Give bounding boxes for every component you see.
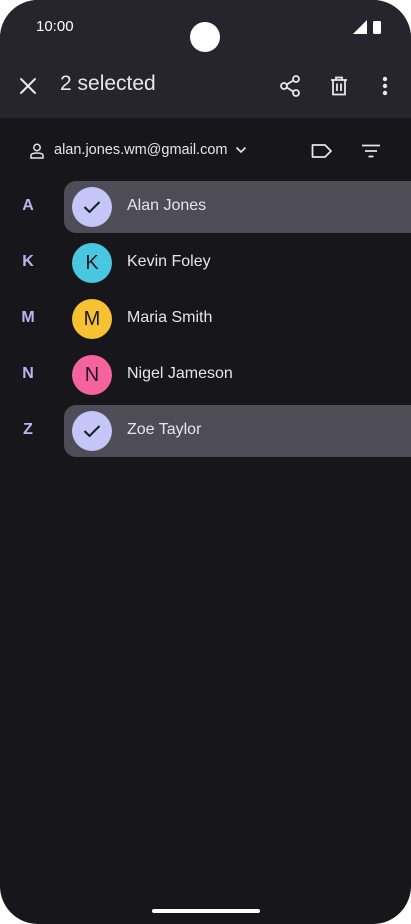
checkmark-icon: [83, 425, 101, 438]
contact-name: Zoe Taylor: [127, 421, 202, 438]
more-options-button[interactable]: [365, 66, 405, 106]
filter-button[interactable]: [351, 131, 391, 171]
section-letter: Z: [23, 421, 33, 438]
selection-app-bar: 2 selected: [0, 54, 411, 118]
person-icon: [30, 143, 44, 159]
avatar: N: [72, 355, 112, 395]
status-time: 10:00: [36, 18, 74, 35]
chevron-down-icon: [235, 146, 247, 154]
contact-name: Maria Smith: [127, 309, 213, 326]
contact-row-alan-jones[interactable]: Alan Jones: [64, 181, 411, 233]
contact-row-kevin-foley[interactable]: K Kevin Foley: [64, 237, 411, 289]
status-bar: 10:00: [0, 0, 411, 54]
account-email: alan.jones.wm@gmail.com: [54, 142, 228, 158]
more-vert-icon: [382, 76, 388, 96]
contact-row-zoe-taylor[interactable]: Zoe Taylor: [64, 405, 411, 457]
filter-icon: [362, 144, 380, 158]
section-letter: M: [21, 309, 35, 326]
delete-icon: [331, 76, 347, 96]
close-icon: [20, 78, 36, 94]
contact-name: Kevin Foley: [127, 253, 211, 270]
avatar: M: [72, 299, 112, 339]
section-letter: A: [22, 197, 34, 214]
delete-button[interactable]: [319, 66, 359, 106]
contact-name: Alan Jones: [127, 197, 207, 214]
avatar-selected: [72, 187, 112, 227]
contact-name: Nigel Jameson: [127, 365, 233, 382]
checkmark-icon: [83, 201, 101, 214]
account-selector[interactable]: alan.jones.wm@gmail.com: [0, 124, 411, 178]
share-button[interactable]: [270, 66, 310, 106]
section-letter: K: [22, 253, 34, 270]
phone-screen: 10:00 2 selected alan.jones.wm@gmail.com…: [0, 0, 411, 924]
contact-row-maria-smith[interactable]: M Maria Smith: [64, 293, 411, 345]
label-button[interactable]: [302, 131, 342, 171]
section-letter: N: [22, 365, 34, 382]
avatar: K: [72, 243, 112, 283]
home-indicator[interactable]: [152, 909, 260, 913]
camera-cutout: [190, 22, 220, 52]
label-icon: [311, 144, 332, 158]
page-title: 2 selected: [60, 72, 156, 95]
contact-row-nigel-jameson[interactable]: N Nigel Jameson: [64, 349, 411, 401]
share-icon: [280, 75, 300, 97]
close-selection-button[interactable]: [8, 66, 48, 106]
avatar-selected: [72, 411, 112, 451]
signal-battery-icon: [353, 20, 381, 34]
